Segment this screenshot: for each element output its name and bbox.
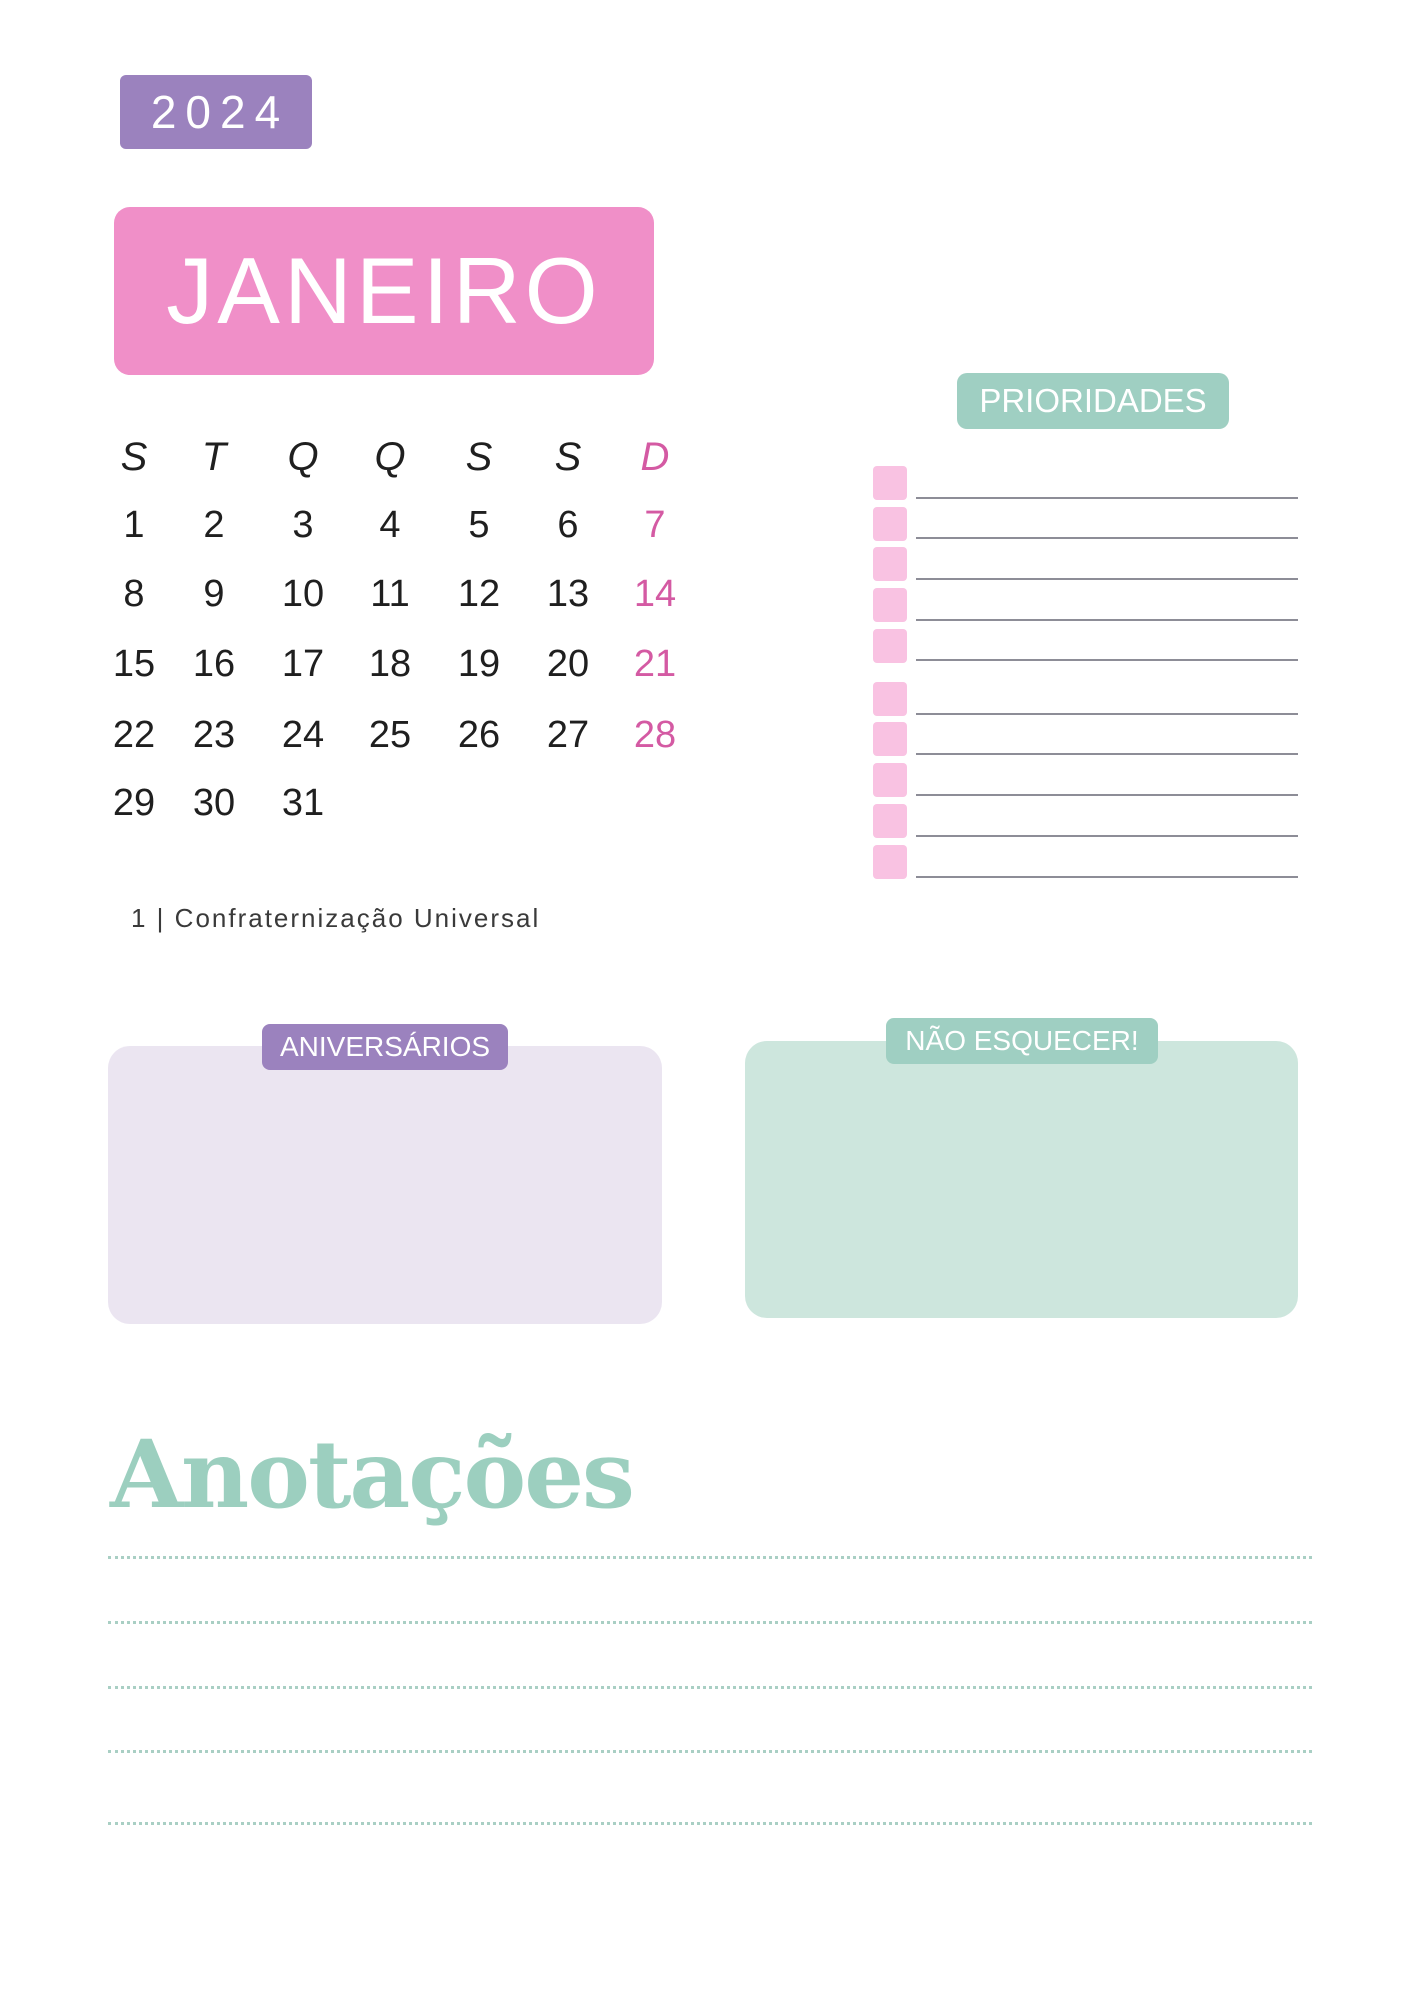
calendar-day[interactable]: 27 (524, 712, 612, 758)
calendar-day[interactable]: 20 (524, 641, 612, 687)
priority-line[interactable] (916, 497, 1298, 499)
notes-line[interactable] (108, 1621, 1312, 1624)
weekday-header: Q (287, 435, 319, 479)
notes-line[interactable] (108, 1822, 1312, 1825)
priority-checkbox[interactable] (873, 722, 907, 756)
calendar-day[interactable]: 21 (611, 641, 699, 687)
priority-line[interactable] (916, 794, 1298, 796)
priority-line[interactable] (916, 578, 1298, 580)
holiday-note: 1 | Confraternização Universal (131, 903, 541, 933)
priority-checkbox[interactable] (873, 547, 907, 581)
calendar-day[interactable]: 9 (170, 571, 258, 617)
calendar-day[interactable]: 23 (170, 712, 258, 758)
calendar-day[interactable]: 31 (259, 780, 347, 826)
calendar-day[interactable]: 18 (346, 641, 434, 687)
priority-checkbox[interactable] (873, 763, 907, 797)
calendar-day[interactable]: 15 (90, 641, 178, 687)
priority-line[interactable] (916, 659, 1298, 661)
weekday-header: S (465, 435, 493, 479)
calendar-day[interactable]: 11 (346, 571, 434, 617)
priority-line[interactable] (916, 876, 1298, 878)
priority-line[interactable] (916, 713, 1298, 715)
priority-line[interactable] (916, 537, 1298, 539)
priority-checkbox[interactable] (873, 804, 907, 838)
calendar-day[interactable]: 7 (611, 502, 699, 548)
calendar-day[interactable]: 8 (90, 571, 178, 617)
year-badge: 2024 (120, 75, 312, 149)
priority-checkbox[interactable] (873, 682, 907, 716)
priority-line[interactable] (916, 619, 1298, 621)
calendar-day[interactable]: 16 (170, 641, 258, 687)
priority-checkbox[interactable] (873, 845, 907, 879)
calendar-day[interactable]: 10 (259, 571, 347, 617)
birthdays-box[interactable] (108, 1046, 662, 1324)
dont-forget-box[interactable] (745, 1041, 1298, 1318)
priority-line[interactable] (916, 835, 1298, 837)
calendar-day[interactable]: 4 (346, 502, 434, 548)
calendar-day[interactable]: 2 (170, 502, 258, 548)
calendar-day[interactable]: 17 (259, 641, 347, 687)
calendar-day[interactable]: 1 (90, 502, 178, 548)
birthdays-title: ANIVERSÁRIOS (262, 1024, 508, 1070)
month-title: JANEIRO (114, 207, 654, 375)
weekday-header: S (120, 435, 148, 479)
notes-title: Anotações (110, 1420, 635, 1530)
priority-checkbox[interactable] (873, 629, 907, 663)
weekday-header: S (554, 435, 582, 479)
calendar-day[interactable]: 25 (346, 712, 434, 758)
notes-line[interactable] (108, 1686, 1312, 1689)
weekday-header: T (201, 435, 227, 479)
calendar-day[interactable]: 28 (611, 712, 699, 758)
priority-checkbox[interactable] (873, 507, 907, 541)
weekday-header: D (640, 435, 670, 479)
calendar-day[interactable]: 3 (259, 502, 347, 548)
calendar-day[interactable]: 13 (524, 571, 612, 617)
priorities-title: PRIORIDADES (957, 373, 1229, 429)
calendar-day[interactable]: 24 (259, 712, 347, 758)
notes-line[interactable] (108, 1750, 1312, 1753)
notes-line[interactable] (108, 1556, 1312, 1559)
calendar-day[interactable]: 14 (611, 571, 699, 617)
calendar-day[interactable]: 29 (90, 780, 178, 826)
calendar-day[interactable]: 5 (435, 502, 523, 548)
calendar-day[interactable]: 22 (90, 712, 178, 758)
priority-line[interactable] (916, 753, 1298, 755)
calendar-day[interactable]: 26 (435, 712, 523, 758)
calendar-day[interactable]: 19 (435, 641, 523, 687)
priority-checkbox[interactable] (873, 466, 907, 500)
priority-checkbox[interactable] (873, 588, 907, 622)
calendar-day[interactable]: 12 (435, 571, 523, 617)
calendar-day[interactable]: 6 (524, 502, 612, 548)
weekday-header: Q (374, 435, 406, 479)
dont-forget-title: NÃO ESQUECER! (886, 1018, 1158, 1064)
calendar-day[interactable]: 30 (170, 780, 258, 826)
